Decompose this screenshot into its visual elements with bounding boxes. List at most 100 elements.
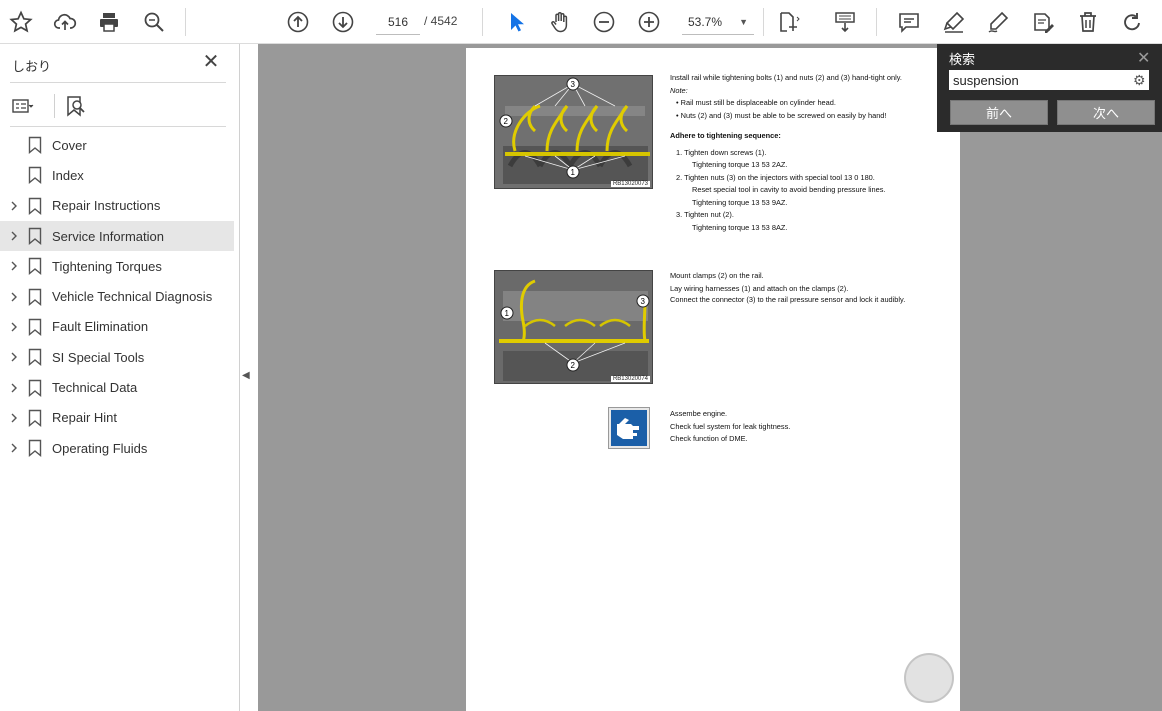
- print-icon[interactable]: [93, 6, 125, 38]
- zoom-out-icon[interactable]: [588, 6, 620, 38]
- bookmark-item-vehicle-technical-diagnosis[interactable]: Vehicle Technical Diagnosis: [0, 281, 240, 311]
- chevron-right-icon[interactable]: [8, 321, 20, 333]
- bookmark-item-index[interactable]: Index: [0, 160, 240, 190]
- chevron-right-icon[interactable]: [8, 442, 20, 454]
- page-total: / 4542: [424, 14, 458, 28]
- toolbar-divider: [185, 8, 186, 36]
- chevron-right-icon[interactable]: [8, 382, 20, 394]
- bookmark-item-repair-hint[interactable]: Repair Hint: [0, 403, 240, 433]
- prev-result-button[interactable]: 前へ: [950, 100, 1048, 125]
- bookmark-label: Tightening Torques: [52, 258, 162, 274]
- bookmark-item-si-special-tools[interactable]: SI Special Tools: [0, 342, 240, 372]
- step-text: Tightening torque 13 53 2AZ.: [692, 160, 788, 169]
- sign-icon[interactable]: [982, 6, 1014, 38]
- rotate-icon[interactable]: [1116, 6, 1148, 38]
- gear-icon[interactable]: ⚙: [1133, 72, 1146, 89]
- sequence-heading: Adhere to tightening sequence:: [670, 131, 781, 140]
- step-text: Tightening torque 13 53 9AZ.: [692, 197, 788, 207]
- step-text: 2. Tighten nuts (3) on the injectors wit…: [676, 172, 875, 182]
- svg-text:2: 2: [571, 361, 576, 370]
- zoom-level-select[interactable]: 53.7% ▼: [682, 9, 754, 35]
- figure-code: RB13020074: [610, 376, 650, 382]
- chevron-right-icon[interactable]: [8, 351, 20, 363]
- instruction-text: Mount clamps (2) on the rail.: [670, 271, 764, 280]
- arrow-down-icon[interactable]: [327, 6, 359, 38]
- instruction-text: Install rail while tightening bolts (1) …: [670, 73, 902, 82]
- bookmark-item-cover[interactable]: Cover: [0, 130, 240, 160]
- instruction-block-1: Install rail while tightening bolts (1) …: [670, 72, 940, 234]
- bullet-text: Nuts (2) and (3) must be able to be scre…: [680, 110, 887, 120]
- close-icon[interactable]: ✕: [200, 52, 222, 74]
- svg-text:3: 3: [571, 80, 576, 89]
- chevron-down-icon: ▼: [739, 17, 748, 27]
- sidebar-title: しおり: [12, 59, 52, 74]
- bookmark-item-repair-instructions[interactable]: Repair Instructions: [0, 191, 240, 221]
- bookmark-label: Technical Data: [52, 380, 138, 396]
- bookmark-item-technical-data[interactable]: Technical Data: [0, 372, 240, 402]
- instruction-block-2: Mount clamps (2) on the rail. Lay wiring…: [670, 270, 920, 304]
- edit-pdf-icon[interactable]: [1027, 6, 1059, 38]
- search-input[interactable]: [949, 70, 1149, 90]
- bookmark-icon: [28, 227, 42, 246]
- step-text: 3. Tighten nut (2).: [676, 210, 734, 219]
- find-bookmark-button[interactable]: [66, 94, 86, 118]
- bookmark-label: SI Special Tools: [52, 349, 145, 365]
- bookmark-item-operating-fluids[interactable]: Operating Fluids: [0, 433, 240, 463]
- sidebar-tools: [10, 92, 226, 122]
- options-menu-icon: [12, 99, 34, 113]
- bookmark-options-button[interactable]: [12, 94, 34, 118]
- svg-text:3: 3: [641, 297, 646, 306]
- sidebar-tools-divider: [54, 94, 55, 118]
- figure-code: RB13020073: [610, 181, 650, 187]
- bullet-item: • Rail must still be displaceable on cyl…: [676, 98, 836, 107]
- engine-figure-1: 3 2 1 RB13020073: [494, 75, 653, 189]
- bookmark-icon: [28, 318, 42, 336]
- scroll-mode-icon[interactable]: [829, 6, 861, 38]
- floating-action-button[interactable]: [904, 653, 954, 703]
- cursor-icon[interactable]: [500, 6, 532, 38]
- zoom-search-icon[interactable]: [138, 6, 170, 38]
- instruction-text: Check fuel system for leak tightness.: [670, 421, 791, 431]
- chevron-right-icon[interactable]: [8, 291, 20, 303]
- svg-text:1: 1: [571, 168, 576, 177]
- bookmark-item-tightening-torques[interactable]: Tightening Torques: [0, 251, 240, 281]
- bookmark-label: Vehicle Technical Diagnosis: [52, 289, 213, 305]
- bookmark-label: Operating Fluids: [52, 440, 148, 456]
- bookmark-icon: [28, 258, 42, 276]
- bookmark-item-fault-elimination[interactable]: Fault Elimination: [0, 312, 240, 342]
- chevron-right-icon[interactable]: [8, 230, 20, 242]
- engine-wiring-illustration: 1 3 2: [495, 271, 652, 383]
- chevron-right-icon[interactable]: [8, 260, 20, 272]
- page-number-input[interactable]: [376, 9, 420, 35]
- arrow-up-icon[interactable]: [282, 6, 314, 38]
- comment-icon[interactable]: [893, 6, 925, 38]
- step-text: Tightening torque 13 53 8AZ.: [692, 222, 788, 232]
- bookmark-icon: [28, 409, 42, 427]
- hand-icon[interactable]: [544, 6, 576, 38]
- close-icon[interactable]: ✕: [1137, 48, 1150, 68]
- document-viewer[interactable]: 3 2 1 RB13020073 Install rail while tigh…: [258, 44, 1162, 711]
- bookmark-list: Cover Index Repair Instructions Service …: [0, 130, 240, 463]
- chevron-right-icon[interactable]: [8, 200, 20, 212]
- bookmark-icon: [28, 167, 42, 185]
- bookmark-item-service-information[interactable]: Service Information: [0, 220, 234, 252]
- collapse-sidebar-icon[interactable]: ◀: [242, 370, 254, 386]
- bookmark-label: Service Information: [52, 228, 164, 244]
- trash-icon[interactable]: [1072, 6, 1104, 38]
- main-toolbar: / 4542 53.7% ▼: [0, 0, 1162, 44]
- instruction-text: Assembe engine.: [670, 409, 728, 418]
- star-icon[interactable]: [5, 6, 37, 38]
- instruction-text: Lay wiring harnesses (1) and attach on t…: [670, 283, 849, 293]
- chevron-right-icon[interactable]: [8, 412, 20, 424]
- zoom-in-icon[interactable]: [633, 6, 665, 38]
- sidebar-divider: [10, 82, 226, 83]
- search-panel: 検索 ✕ ⚙ 前へ 次へ: [937, 44, 1162, 132]
- page-fit-icon[interactable]: [772, 6, 804, 38]
- step-text: 1. Tighten down screws (1).: [676, 147, 767, 157]
- next-result-button[interactable]: 次へ: [1057, 100, 1155, 125]
- toolbar-divider: [763, 8, 764, 36]
- search-title: 検索: [949, 52, 976, 67]
- cloud-upload-icon[interactable]: [49, 6, 81, 38]
- highlight-icon[interactable]: [938, 6, 970, 38]
- bookmark-label: Fault Elimination: [52, 319, 149, 335]
